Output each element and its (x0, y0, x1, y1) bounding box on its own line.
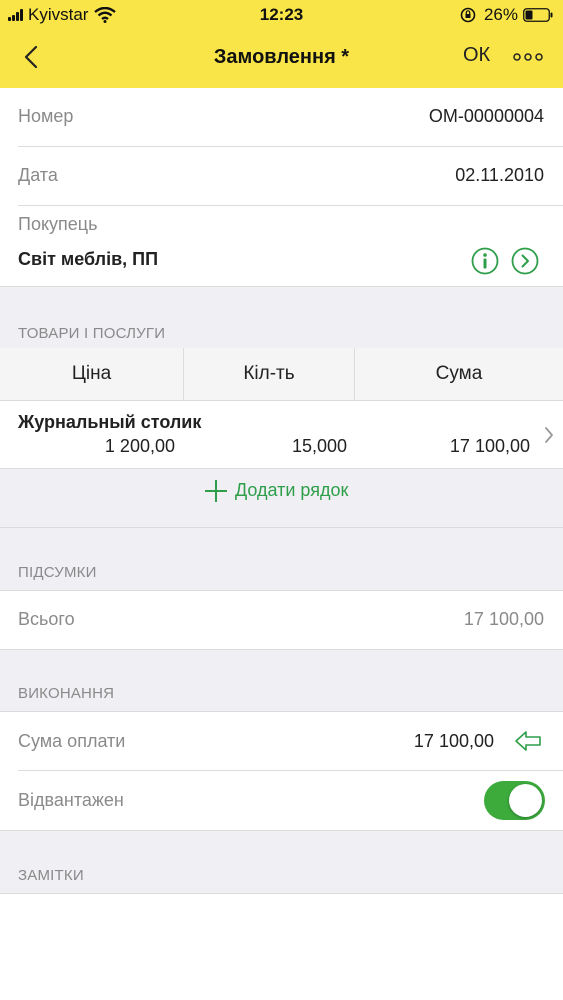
totals-section-title: ПІДСУМКИ (18, 564, 97, 581)
more-options-icon[interactable] (512, 50, 544, 64)
divider (0, 590, 563, 591)
status-bar: Kyivstar 12:23 26% (0, 0, 563, 30)
execution-section-title: ВИКОНАННЯ (18, 685, 115, 702)
divider (0, 711, 563, 712)
add-row-label: Додати рядок (235, 480, 349, 500)
orientation-lock-icon (460, 7, 476, 23)
row-item-name: Журнальный столик (18, 412, 202, 432)
date-value[interactable]: 02.11.2010 (455, 165, 544, 186)
notes-section-title: ЗАМІТКИ (18, 867, 84, 884)
info-icon[interactable] (471, 247, 499, 275)
row-chevron-icon (545, 427, 553, 443)
divider (18, 205, 563, 206)
add-row-button[interactable]: Додати рядок (0, 469, 563, 511)
buyer-value[interactable]: Світ меблів, ПП (18, 249, 158, 270)
goods-table-header: Ціна Кіл-ть Сума (0, 348, 563, 400)
divider (0, 649, 563, 650)
shipped-toggle[interactable] (484, 781, 545, 820)
battery-percent: 26% (483, 5, 518, 24)
payment-value[interactable]: 17 100,00 (414, 731, 494, 752)
toggle-knob (509, 784, 542, 817)
battery-icon (523, 8, 553, 22)
goods-section-title: ТОВАРИ І ПОСЛУГИ (18, 325, 166, 342)
shipped-label: Відвантажен (18, 790, 124, 810)
divider (0, 527, 563, 528)
notes-field[interactable] (0, 894, 563, 1000)
buyer-label: Покупець (18, 214, 98, 234)
navigation-bar: Замовлення * ОК (0, 30, 563, 88)
open-chevron-icon[interactable] (511, 247, 539, 275)
column-header-price: Ціна (71, 363, 112, 384)
column-header-qty: Кіл-ть (243, 363, 295, 384)
total-value: 17 100,00 (463, 609, 544, 629)
divider (18, 770, 563, 771)
date-label: Дата (18, 165, 58, 185)
ok-button[interactable]: ОК (463, 44, 490, 67)
plus-icon (205, 480, 227, 502)
divider (0, 286, 563, 287)
fill-amount-arrow-icon[interactable] (514, 730, 542, 752)
payment-label: Сума оплати (18, 731, 126, 751)
divider (0, 830, 563, 831)
total-label: Всього (18, 609, 75, 629)
row-sum: 17 100,00 (449, 436, 530, 456)
row-price: 1 200,00 (104, 436, 175, 456)
number-value[interactable]: ОМ-00000004 (429, 106, 544, 127)
row-qty: 15,000 (291, 436, 347, 456)
divider (18, 146, 563, 147)
number-label: Номер (18, 106, 74, 126)
column-header-sum: Сума (435, 363, 483, 384)
